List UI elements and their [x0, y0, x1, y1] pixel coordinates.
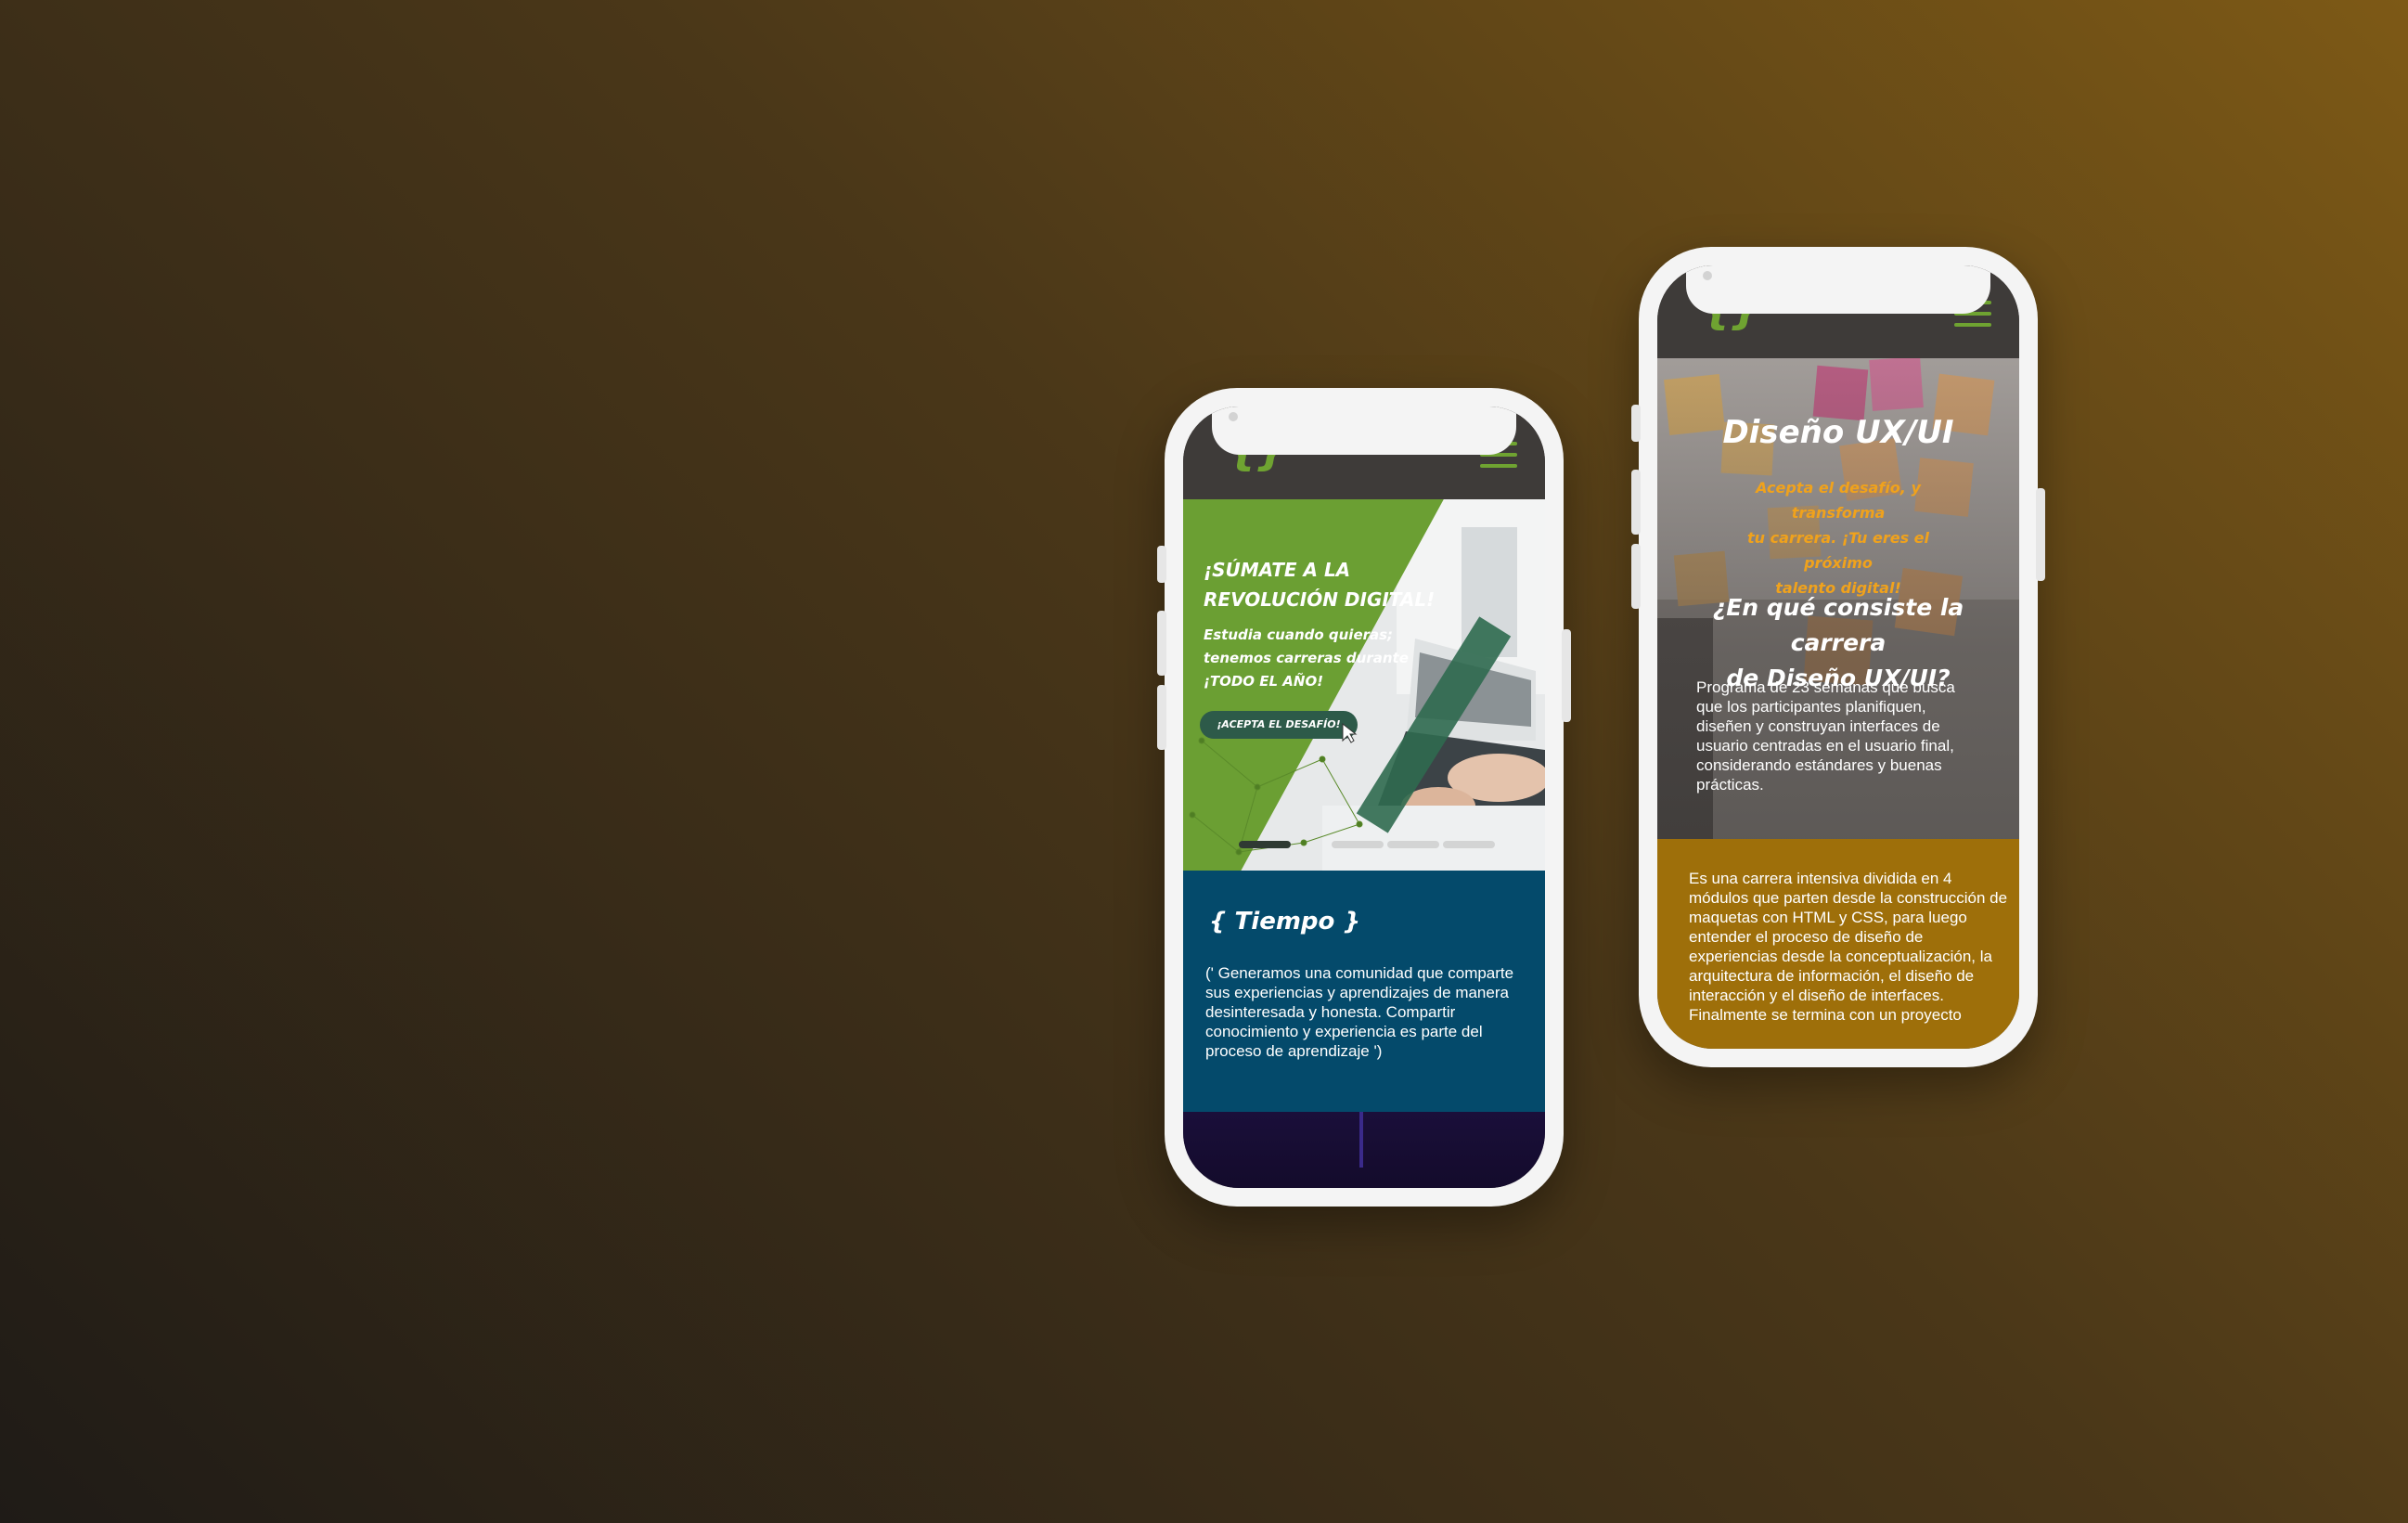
phone-mockup-home: {}	[1157, 388, 1571, 1207]
phone-screen: {}	[1183, 407, 1545, 1188]
carousel-dot[interactable]	[1443, 841, 1495, 848]
hero-title: ¡SÚMATE A LA REVOLUCIÓN DIGITAL!	[1204, 559, 1436, 611]
hero-subtitle: Estudia cuando quieras; tenemos carreras…	[1204, 626, 1409, 690]
phone-mockup-ux-career: {}	[1631, 247, 2045, 1067]
career-details-section: Es una carrera intensiva dividida en 4 m…	[1657, 839, 2019, 1049]
next-section-preview	[1183, 1112, 1545, 1188]
phone-screen: {}	[1657, 265, 2019, 1049]
carousel-dot[interactable]	[1387, 841, 1439, 848]
carousel-dot[interactable]	[1239, 841, 1291, 848]
carousel-dot[interactable]	[1332, 841, 1384, 848]
ux-hero-section: Diseño UX/UI Acepta el desafío, y transf…	[1657, 358, 2019, 839]
hero-banner: ¡SÚMATE A LA REVOLUCIÓN DIGITAL! Estudia…	[1183, 499, 1545, 871]
carousel-indicators	[1239, 841, 1499, 848]
phone-notch	[1686, 265, 1990, 314]
phone-notch	[1212, 407, 1516, 455]
cursor-icon	[1342, 722, 1358, 743]
career-description: Programa de 23 semanas que busca que los…	[1696, 678, 1955, 794]
tiempo-title: { Tiempo }	[1209, 908, 1360, 936]
career-details-text: Es una carrera intensiva dividida en 4 m…	[1689, 870, 2008, 1024]
career-tagline: Acepta el desafío, y transforma tu carre…	[1747, 479, 1929, 597]
accept-challenge-button[interactable]: ¡ACEPTA EL DESAFÍO!	[1200, 711, 1358, 739]
career-title: Diseño UX/UI	[1722, 414, 1954, 451]
tiempo-section: { Tiempo } (' Generamos una comunidad qu…	[1183, 871, 1545, 1112]
tiempo-text: (' Generamos una comunidad que comparte …	[1205, 964, 1514, 1060]
